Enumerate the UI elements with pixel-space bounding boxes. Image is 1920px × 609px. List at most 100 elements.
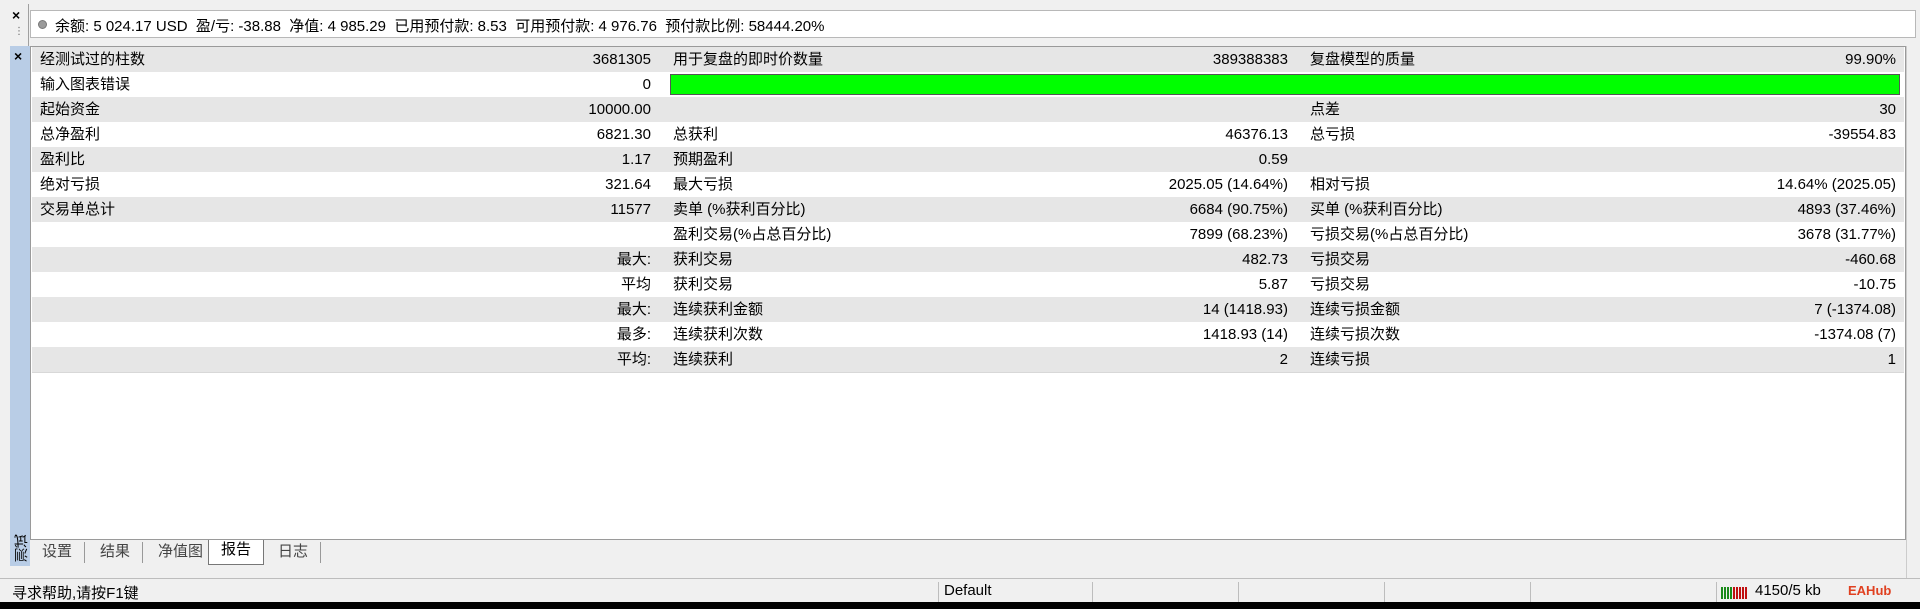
report-value: 平均 [620, 276, 651, 293]
report-label: 复盘模型的质量 [1310, 51, 1416, 68]
report-label: 最大亏损 [673, 176, 734, 193]
report-row: 平均: 连续获利 2 连续亏损 1 [32, 347, 1904, 373]
report-row: 总净盈利 6821.30 总获利 46376.13 总亏损 -39554.83 [32, 122, 1904, 148]
account-summary-text: 余额: 5 024.17 USD 盈/亏: -38.88 净值: 4 985.2… [55, 18, 825, 35]
report-row: 平均 获利交易 5.87 亏损交易 -10.75 [32, 272, 1904, 298]
tab-0[interactable]: 设置 [30, 542, 86, 563]
report-value: 10000.00 [588, 101, 651, 118]
report-value: 389388383 [1212, 51, 1288, 68]
status-help-text: 寻求帮助,请按F1键 [12, 585, 139, 602]
panel-close-icon[interactable]: × [14, 48, 22, 64]
report-value: 0.59 [1258, 151, 1288, 168]
watermark-logo: EAHub [1848, 583, 1892, 598]
status-divider [1238, 582, 1239, 602]
report-label: 连续获利 [673, 351, 734, 368]
tester-tab-bar: 设置 结果 净值图 报告 日志 [30, 540, 1906, 566]
toolbar-side-handle: × ⋮ [0, 4, 29, 46]
status-profile: Default [944, 582, 992, 599]
report-label: 连续亏损金额 [1310, 301, 1401, 318]
report-label: 亏损交易 [1310, 276, 1371, 293]
report-value: 1418.93 (14) [1202, 326, 1288, 343]
tab-1[interactable]: 结果 [88, 542, 144, 563]
report-label: 获利交易 [673, 276, 734, 293]
tab-3[interactable]: 报告 [208, 540, 265, 565]
report-value: -10.75 [1853, 276, 1896, 293]
report-value: 46376.13 [1225, 126, 1288, 143]
report-label: 点差 [1310, 101, 1341, 118]
report-value: 0 [642, 76, 651, 93]
report-label: 预期盈利 [673, 151, 734, 168]
report-label: 总亏损 [1310, 126, 1356, 143]
report-value: 6684 (90.75%) [1189, 201, 1288, 218]
report-row: 最大: 获利交易 482.73 亏损交易 -460.68 [32, 247, 1904, 273]
report-label: 连续获利金额 [673, 301, 764, 318]
report-value: 2025.05 (14.64%) [1168, 176, 1288, 193]
report-value: 14 (1418.93) [1202, 301, 1288, 318]
report-label: 买单 (%获利百分比) [1310, 201, 1443, 218]
report-value: 7 (-1374.08) [1814, 301, 1896, 318]
report-value: 321.64 [605, 176, 651, 193]
status-divider [1716, 582, 1717, 602]
status-bar: 寻求帮助,请按F1键 Default 4150/5 kb EAHub [0, 578, 1920, 603]
report-label: 总净盈利 [40, 126, 101, 143]
report-label: 相对亏损 [1310, 176, 1371, 193]
report-value: 6821.30 [596, 126, 651, 143]
report-value: 7899 (68.23%) [1189, 226, 1288, 243]
report-label: 起始资金 [40, 101, 101, 118]
report-label: 连续亏损 [1310, 351, 1371, 368]
tab-4[interactable]: 日志 [266, 542, 322, 563]
report-row: 经测试过的柱数 3681305 用于复盘的即时价数量 389388383 复盘模型的质量… [32, 47, 1904, 73]
report-value: 3678 (31.77%) [1797, 226, 1896, 243]
report-value: 3681305 [592, 51, 651, 68]
grip-icon[interactable]: ⋮ [14, 27, 24, 37]
report-label: 亏损交易(%占总百分比) [1310, 226, 1469, 243]
report-label: 总获利 [673, 126, 719, 143]
status-divider [1092, 582, 1093, 602]
account-toolbar: × ⋮ 余额: 5 024.17 USD 盈/亏: -38.88 净值: 4 9… [0, 0, 1920, 46]
report-value: -39554.83 [1828, 126, 1896, 143]
vertical-tab-label: 测试 [13, 534, 29, 562]
vertical-tab-tester[interactable]: 测试 [10, 46, 31, 566]
report-label: 交易单总计 [40, 201, 116, 218]
report-row: 交易单总计 11577 卖单 (%获利百分比) 6684 (90.75%) 买单 (%获… [32, 197, 1904, 223]
status-divider [938, 582, 939, 602]
tab-2[interactable]: 净值图 [146, 542, 217, 563]
modelling-quality-bar [670, 74, 1900, 95]
status-divider [1530, 582, 1531, 602]
report-row: 最大: 连续获利金额 14 (1418.93) 连续亏损金额 7 (-1374.08) [32, 297, 1904, 323]
report-row: 盈利交易(%占总百分比) 7899 (68.23%) 亏损交易(%占总百分比) 367… [32, 222, 1904, 248]
report-label: 输入图表错误 [40, 76, 131, 93]
report-value: 99.90% [1845, 51, 1896, 68]
report-value: 最多: [616, 326, 651, 343]
report-label: 亏损交易 [1310, 251, 1371, 268]
connection-bars-icon [1721, 587, 1747, 599]
report-value: 30 [1879, 101, 1896, 118]
report-label: 盈利交易(%占总百分比) [673, 226, 832, 243]
account-status-field: 余额: 5 024.17 USD 盈/亏: -38.88 净值: 4 985.2… [30, 10, 1916, 38]
report-value: 1.17 [621, 151, 651, 168]
report-label: 卖单 (%获利百分比) [673, 201, 806, 218]
report-value: 平均: [616, 351, 651, 368]
report-content: 经测试过的柱数 3681305 用于复盘的即时价数量 389388383 复盘模型的质量… [30, 46, 1906, 540]
close-icon[interactable]: × [12, 8, 20, 22]
report-value: 11577 [610, 201, 651, 218]
report-value: 最大: [616, 301, 651, 318]
report-label: 用于复盘的即时价数量 [673, 51, 824, 68]
right-scroll-edge [1906, 46, 1920, 578]
report-value: -460.68 [1845, 251, 1896, 268]
report-value: -1374.08 (7) [1814, 326, 1896, 343]
report-value: 5.87 [1258, 276, 1288, 293]
report-value: 1 [1887, 351, 1896, 368]
report-label: 连续亏损次数 [1310, 326, 1401, 343]
report-value: 4893 (37.46%) [1797, 201, 1896, 218]
report-row: 最多: 连续获利次数 1418.93 (14) 连续亏损次数 -1374.08 (7) [32, 322, 1904, 348]
report-value: 14.64% (2025.05) [1776, 176, 1896, 193]
report-value: 2 [1279, 351, 1288, 368]
report-row: 盈利比 1.17 预期盈利 0.59 [32, 147, 1904, 173]
report-label: 经测试过的柱数 [40, 51, 146, 68]
report-label: 连续获利次数 [673, 326, 764, 343]
report-label: 绝对亏损 [40, 176, 101, 193]
status-dot-icon [38, 20, 47, 29]
report-row: 绝对亏损 321.64 最大亏损 2025.05 (14.64%) 相对亏损 14.64%… [32, 172, 1904, 198]
report-row: 输入图表错误 0 [32, 72, 1904, 98]
